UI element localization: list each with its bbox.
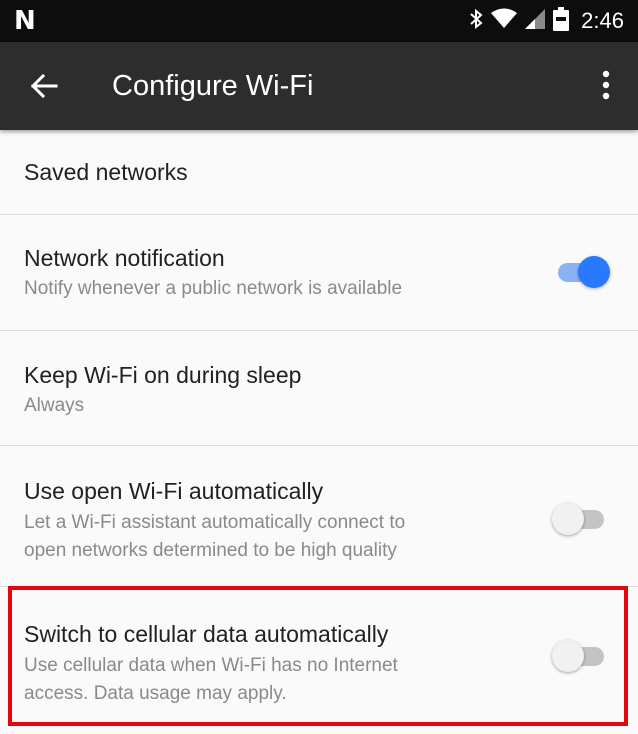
network-notification-title: Network notification	[24, 245, 225, 271]
status-time: 2:46	[581, 8, 624, 33]
network-notification-item[interactable]: Network notification Notify whenever a p…	[0, 215, 638, 331]
app-bar: Configure Wi-Fi	[0, 42, 638, 130]
brand-logo: N	[14, 6, 36, 36]
page-title: Configure Wi-Fi	[112, 70, 314, 102]
use-open-wifi-summary-line2: open networks determined to be high qual…	[24, 540, 397, 561]
switch-to-cellular-item[interactable]: Switch to cellular data automatically Us…	[0, 587, 638, 734]
wifi-icon	[491, 8, 518, 35]
keep-wifi-on-title: Keep Wi-Fi on during sleep	[24, 362, 302, 388]
saved-networks-item[interactable]: Saved networks	[0, 130, 638, 215]
keep-wifi-on-summary: Always	[24, 395, 85, 416]
toggle-thumb	[578, 256, 610, 288]
toggle-thumb	[552, 640, 584, 672]
switch-to-cellular-summary-line1: Use cellular data when Wi-Fi has no Inte…	[24, 655, 398, 676]
battery-icon	[553, 6, 570, 36]
use-open-wifi-summary-line1: Let a Wi-Fi assistant automatically conn…	[24, 512, 406, 533]
use-open-wifi-item[interactable]: Use open Wi-Fi automatically Let a Wi-Fi…	[0, 446, 638, 587]
more-vert-icon[interactable]	[594, 68, 618, 104]
network-notification-summary: Notify whenever a public network is avai…	[24, 278, 403, 299]
network-notification-toggle[interactable]	[552, 252, 612, 292]
switch-to-cellular-toggle[interactable]	[552, 636, 612, 676]
settings-list: Saved networks Network notification Noti…	[0, 130, 638, 734]
saved-networks-title: Saved networks	[24, 159, 188, 185]
switch-to-cellular-summary-line2: access. Data usage may apply.	[24, 683, 287, 704]
switch-to-cellular-title: Switch to cellular data automatically	[24, 621, 389, 647]
arrow-back-icon[interactable]	[28, 70, 60, 102]
status-bar: N 2:46	[0, 0, 638, 42]
cell-signal-icon	[525, 8, 546, 35]
bluetooth-icon	[469, 8, 483, 35]
use-open-wifi-toggle[interactable]	[552, 499, 612, 539]
use-open-wifi-title: Use open Wi-Fi automatically	[24, 478, 324, 504]
toggle-thumb	[552, 503, 584, 535]
keep-wifi-on-item[interactable]: Keep Wi-Fi on during sleep Always	[0, 331, 638, 446]
status-icons: 2:46	[469, 0, 624, 42]
